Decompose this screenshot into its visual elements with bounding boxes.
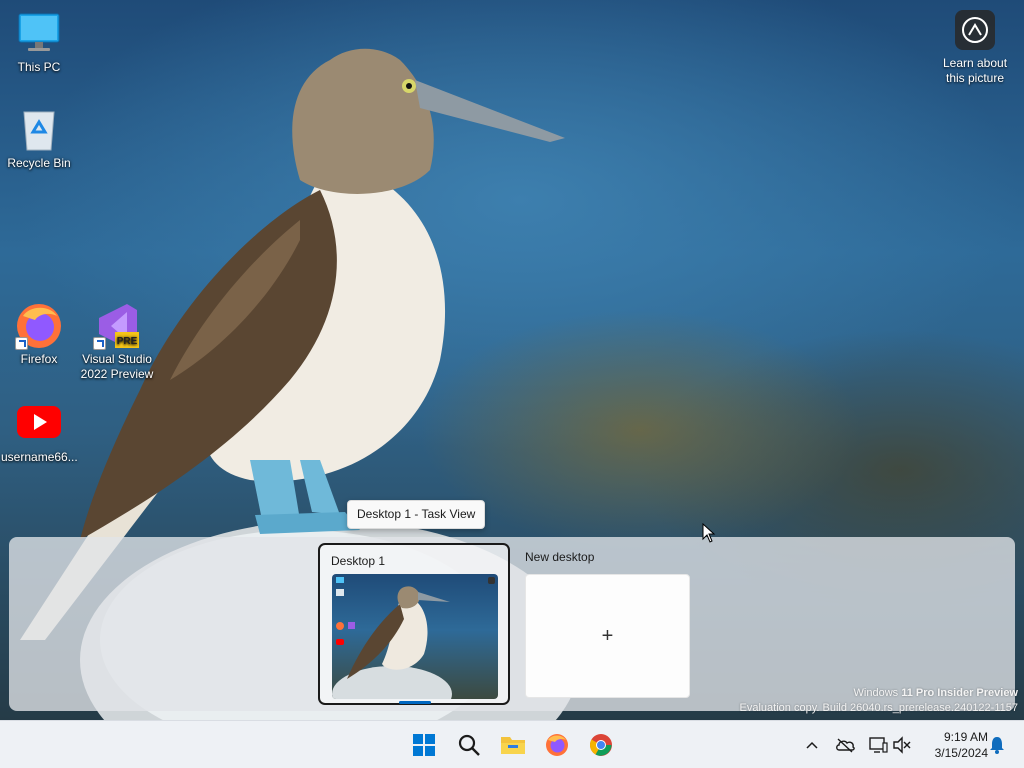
start-button[interactable] (406, 727, 442, 763)
active-desktop-indicator (399, 701, 431, 704)
desktop-thumbnail (332, 574, 498, 699)
chrome-icon (590, 734, 612, 756)
plus-icon: + (601, 624, 614, 647)
desktop-icon-label: Visual Studio 2022 Preview (80, 352, 154, 381)
watermark-prefix: Windows (853, 687, 902, 699)
chevron-up-icon (806, 741, 818, 749)
file-explorer-icon (501, 737, 525, 754)
desktop-icon-label: username66... (1, 450, 78, 464)
desktop-icon-this-pc[interactable]: This PC (1, 10, 77, 75)
firefox-taskbar-button[interactable] (539, 727, 575, 763)
desktop-icon-recycle-bin[interactable]: Recycle Bin (1, 106, 77, 171)
desktop-icon-visual-studio[interactable]: PRE Visual Studio 2022 Preview (79, 302, 155, 382)
onedrive-tray-button[interactable] (833, 733, 857, 757)
clock-date: 3/15/2024 (934, 746, 988, 760)
volume-tray-button[interactable] (890, 733, 914, 757)
task-view-tooltip: Desktop 1 - Task View (347, 500, 486, 529)
taskbar: 9:19 AM 3/15/2024 (0, 720, 1024, 768)
visual-studio-icon: PRE (93, 302, 141, 350)
monitor-icon (15, 10, 63, 58)
desktop-icon-label: Firefox (20, 352, 58, 366)
desktop-icon-youtube[interactable]: username66... (1, 400, 78, 465)
mouse-cursor-icon (702, 522, 716, 548)
build-watermark: Windows 11 Pro Insider Preview Evaluatio… (740, 686, 1018, 716)
desktop-card-1[interactable]: Desktop 1 (318, 543, 510, 705)
shortcut-arrow-icon (15, 337, 28, 350)
desktop-icon-label: Recycle Bin (7, 156, 71, 170)
camera-icon (955, 10, 995, 50)
learn-about-picture-label: Learn about this picture (942, 56, 1008, 85)
desktop-icon-firefox[interactable]: Firefox (1, 302, 77, 367)
new-desktop-button[interactable]: New desktop + (514, 543, 694, 705)
desktop-icon-label: This PC (17, 60, 61, 74)
watermark-edition: 11 Pro Insider Preview (901, 687, 1018, 699)
network-tray-button[interactable] (866, 733, 890, 757)
start-icon (413, 734, 435, 756)
watermark-build: Evaluation copy. Build 26040.rs_prerelea… (739, 702, 1018, 714)
network-icon (869, 737, 888, 753)
firefox-icon (15, 302, 63, 350)
learn-about-picture[interactable]: Learn about this picture (936, 10, 1014, 86)
show-hidden-icons-button[interactable] (800, 733, 824, 757)
desktop-name: Desktop 1 (331, 554, 386, 568)
clock-time: 9:19 AM (943, 730, 988, 744)
search-icon (458, 734, 480, 756)
youtube-icon (15, 400, 63, 448)
firefox-icon (546, 734, 568, 756)
pre-badge: PRE (117, 336, 138, 347)
notification-center-button[interactable] (985, 733, 1009, 757)
onedrive-offline-icon (836, 738, 855, 753)
search-button[interactable] (451, 727, 487, 763)
notification-bell-icon (990, 737, 1004, 754)
volume-muted-icon (893, 736, 911, 754)
add-desktop-tile[interactable]: + (525, 574, 690, 698)
shortcut-arrow-icon (93, 337, 106, 350)
task-view-panel (9, 537, 1015, 711)
chrome-taskbar-button[interactable] (583, 727, 619, 763)
file-explorer-button[interactable] (495, 727, 531, 763)
recycle-bin-icon (15, 106, 63, 154)
clock[interactable]: 9:19 AM 3/15/2024 (918, 729, 988, 761)
new-desktop-label: New desktop (525, 550, 595, 564)
